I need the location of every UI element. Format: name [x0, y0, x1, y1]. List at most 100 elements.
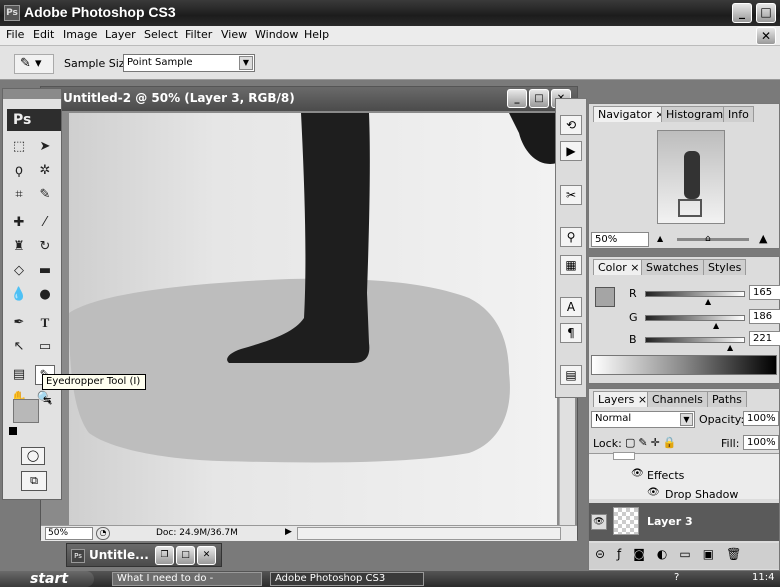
image-canvas[interactable] [69, 113, 557, 525]
start-button[interactable]: start [0, 571, 94, 587]
pen-tool-icon[interactable]: ✒ [9, 313, 29, 333]
navigator-panel: Navigator × Histogram Info 50% ▲ ⌂ ▲ [588, 103, 780, 249]
help-tray-icon[interactable]: ? [674, 572, 679, 583]
red-slider-handle[interactable]: ▲ [705, 297, 711, 306]
mini-close-button[interactable]: ✕ [197, 546, 216, 565]
toolbox-header[interactable] [3, 89, 61, 99]
history-brush-tool-icon[interactable]: ↻ [35, 237, 55, 257]
tab-swatches[interactable]: Swatches [641, 259, 704, 275]
green-value[interactable]: 186 [749, 309, 780, 324]
color-spectrum-bar[interactable] [591, 355, 777, 375]
tab-color[interactable]: Color × [593, 259, 645, 275]
effects-eye-icon[interactable]: 👁 [631, 468, 644, 479]
doc-close-button[interactable]: ✕ [756, 27, 776, 45]
brushes-panel-icon[interactable]: ⚲ [560, 227, 582, 247]
red-slider[interactable] [645, 291, 745, 297]
healing-brush-tool-icon[interactable]: ✚ [9, 213, 29, 233]
tab-styles[interactable]: Styles [703, 259, 747, 275]
taskbar-item-photoshop[interactable]: Adobe Photoshop CS3 [270, 572, 424, 586]
character-panel-icon[interactable]: A [560, 297, 582, 317]
menu-image[interactable]: Image [63, 28, 97, 41]
actions-panel-icon[interactable]: ▶ [560, 141, 582, 161]
doc-minimize-button[interactable]: _ [507, 89, 527, 108]
navigator-zoom-slider[interactable] [677, 238, 749, 241]
blue-value[interactable]: 221 [749, 331, 780, 346]
brush-tool-icon[interactable]: ⁄ [35, 213, 55, 233]
sample-size-select[interactable]: Point Sample ▼ [123, 54, 255, 72]
foreground-color-swatch[interactable] [13, 399, 39, 423]
quick-mask-icon[interactable]: ◯ [21, 447, 45, 465]
status-info-icon[interactable]: ◔ [96, 527, 110, 540]
status-menu-arrow-icon[interactable]: ▶ [285, 527, 292, 537]
crop-tool-icon[interactable]: ⌗ [9, 185, 29, 205]
eyedropper-preset-icon[interactable]: ✎ ▾ [14, 54, 54, 74]
layer-comps-icon[interactable]: ▤ [560, 365, 582, 385]
mini-maximize-button[interactable]: □ [176, 546, 195, 565]
eraser-tool-icon[interactable]: ◇ [9, 261, 29, 281]
doc-maximize-button[interactable]: □ [529, 89, 549, 108]
maximize-button[interactable]: □ [756, 3, 776, 23]
blur-tool-icon[interactable]: 💧 [9, 285, 29, 305]
green-slider-handle[interactable]: ▲ [713, 321, 719, 330]
navigator-thumbnail[interactable] [657, 130, 725, 224]
document-title-bar[interactable]: Untitled-2 @ 50% (Layer 3, RGB/8) _ □ ✕ [41, 87, 577, 111]
lasso-tool-icon[interactable]: ϙ [9, 161, 29, 181]
layer-visibility-eye-icon[interactable]: 👁 [591, 514, 607, 530]
restore-button[interactable]: ❐ [155, 546, 174, 565]
view-box[interactable] [678, 199, 702, 217]
tool-presets-icon[interactable]: ✂ [560, 185, 582, 205]
slice-tool-icon[interactable]: ✎ [35, 185, 55, 205]
layer-row[interactable]: 👁 Layer 3 [589, 503, 779, 541]
menu-filter[interactable]: Filter [185, 28, 212, 41]
zoom-out-icon[interactable]: ▲ [657, 234, 663, 243]
menu-help[interactable]: Help [304, 28, 329, 41]
zoom-in-icon[interactable]: ▲ [759, 232, 767, 245]
menu-view[interactable]: View [221, 28, 247, 41]
menu-window[interactable]: Window [255, 28, 298, 41]
tab-histogram[interactable]: Histogram [661, 106, 729, 122]
eyedropper-tooltip: Eyedropper Tool (I) [42, 374, 146, 390]
clone-stamp-tool-icon[interactable]: ♜ [9, 237, 29, 257]
horizontal-scrollbar[interactable] [297, 527, 561, 540]
color-foreground-swatch[interactable] [595, 287, 615, 307]
paragraph-panel-icon[interactable]: ¶ [560, 323, 582, 343]
screen-mode-icon[interactable]: ⧉ [21, 471, 47, 491]
layers-footer-icons[interactable]: ⊝ƒ◙◐▭▣🗑 [589, 543, 779, 569]
menu-select[interactable]: Select [144, 28, 178, 41]
swap-colors-icon[interactable]: ⇆ [43, 395, 51, 406]
menu-file[interactable]: File [6, 28, 24, 41]
move-tool-icon[interactable]: ➤ [35, 137, 55, 157]
default-colors-icon[interactable] [9, 427, 17, 435]
marquee-tool-icon[interactable]: ⬚ [9, 137, 29, 157]
clone-source-icon[interactable]: ▦ [560, 255, 582, 275]
taskbar-item-notepad[interactable]: What I need to do - [112, 572, 262, 586]
type-tool-icon[interactable]: T [35, 313, 55, 333]
menu-edit[interactable]: Edit [33, 28, 54, 41]
tab-paths[interactable]: Paths [707, 391, 747, 407]
opacity-field[interactable]: 100% [743, 411, 779, 426]
drop-shadow-eye-icon[interactable]: 👁 [647, 487, 660, 498]
navigator-zoom-field[interactable]: 50% [591, 232, 649, 247]
magic-wand-tool-icon[interactable]: ✲ [35, 161, 55, 181]
red-value[interactable]: 165 [749, 285, 780, 300]
menu-layer[interactable]: Layer [105, 28, 136, 41]
green-slider[interactable] [645, 315, 745, 321]
blue-slider-handle[interactable]: ▲ [727, 343, 733, 352]
blend-mode-select[interactable]: Normal ▼ [591, 411, 695, 428]
gradient-tool-icon[interactable]: ▬ [35, 261, 55, 281]
lock-icons[interactable]: ▢✎✛🔒 [625, 436, 680, 449]
zoom-field[interactable]: 50% [45, 527, 93, 540]
path-selection-tool-icon[interactable]: ↖ [9, 337, 29, 357]
fill-field[interactable]: 100% [743, 435, 779, 450]
zoom-slider-handle[interactable]: ⌂ [705, 234, 711, 244]
tab-navigator[interactable]: Navigator × [593, 106, 670, 122]
tab-channels[interactable]: Channels [647, 391, 708, 407]
rectangle-tool-icon[interactable]: ▭ [35, 337, 55, 357]
tab-info[interactable]: Info [723, 106, 754, 122]
history-panel-icon[interactable]: ⟲ [560, 115, 582, 135]
dodge-tool-icon[interactable]: ● [35, 285, 55, 305]
minimize-button[interactable]: _ [732, 3, 752, 23]
tab-layers[interactable]: Layers × [593, 391, 653, 407]
notes-tool-icon[interactable]: ▤ [9, 365, 29, 385]
minimized-document[interactable]: Ps Untitle... ❐ □ ✕ [66, 543, 222, 567]
